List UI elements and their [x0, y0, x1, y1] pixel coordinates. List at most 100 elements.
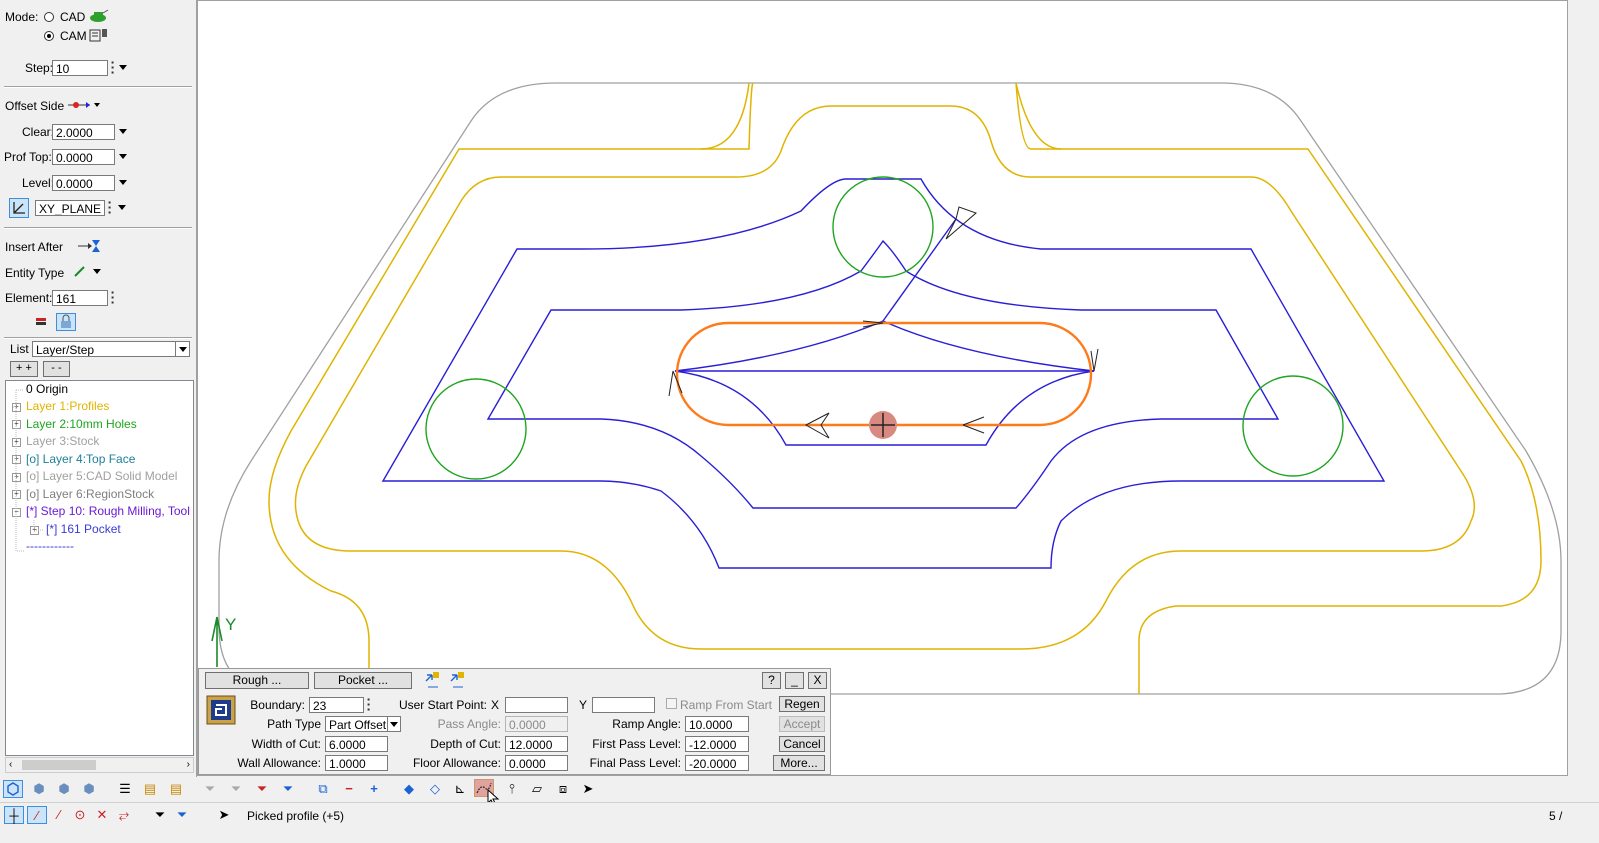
view-shade-icon[interactable]: ⬢ [29, 780, 49, 798]
plane-icon[interactable]: ▱ [527, 780, 547, 798]
plane-dropdown-arrow[interactable] [118, 205, 126, 210]
axis-icon[interactable]: ⊾ [450, 780, 470, 798]
plane-input[interactable]: XY_PLANE [35, 200, 105, 216]
scroll-right-icon[interactable]: › [187, 759, 190, 770]
layer-step-tree[interactable]: 0 Origin + Layer 1:Profiles + Layer 2:10… [5, 380, 194, 756]
entity-type-dropdown-arrow[interactable] [93, 269, 101, 274]
step-input[interactable]: 10 [52, 60, 108, 76]
pass-angle-label: Pass Angle: [437, 717, 501, 731]
list-dropdown-button[interactable] [175, 341, 190, 357]
graphics-viewport[interactable]: Y [197, 0, 1568, 776]
mode-cam-radio[interactable] [44, 31, 54, 41]
lock-icon[interactable] [56, 313, 76, 331]
filter-icon[interactable]: ⏷ [200, 780, 220, 798]
view-3d-icon[interactable] [3, 780, 23, 798]
minus-icon[interactable]: − [339, 780, 359, 798]
status-bar: ┼ ⁄ ⁄ ⊙ ✕ ⥂ ⏷ ⏷ ➤ Picked profile (+5) 5 … [0, 802, 1599, 828]
path-type-select[interactable]: Part Offset [325, 716, 388, 732]
wall-allowance-input[interactable]: 1.0000 [325, 755, 388, 771]
swap-icon[interactable] [449, 671, 467, 689]
close-button[interactable]: X [808, 672, 827, 689]
filter-add-icon[interactable]: ⏷ [172, 806, 192, 824]
clear-dropdown-arrow[interactable] [119, 129, 127, 134]
boundary-input[interactable]: 23 [309, 697, 364, 713]
level-input[interactable]: 0.0000 [52, 175, 115, 191]
collapse-all-button[interactable]: - - [43, 361, 70, 377]
level-dropdown-arrow[interactable] [119, 180, 127, 185]
final-pass-input[interactable]: -20.0000 [685, 755, 749, 771]
rough-button[interactable]: Rough ... [205, 672, 309, 689]
filter-add-icon[interactable]: ⏷ [278, 780, 298, 798]
entity-type-icon[interactable] [73, 264, 87, 278]
clear-input[interactable]: 2.0000 [52, 124, 115, 140]
depth-of-cut-input[interactable]: 12.0000 [505, 736, 568, 752]
pocket-button[interactable]: Pocket ... [314, 672, 412, 689]
element-input[interactable]: 161 [52, 290, 108, 306]
cancel-button[interactable]: Cancel [779, 736, 825, 752]
snap-line-icon[interactable]: ⁄ [27, 806, 47, 824]
tree-item-pocket[interactable]: [*] 161 Pocket [46, 521, 121, 538]
snap-end-icon[interactable]: ⁄ [49, 806, 69, 824]
ramp-from-start-checkbox[interactable] [666, 698, 677, 709]
scroll-left-icon[interactable]: ‹ [9, 759, 12, 770]
eraser-icon[interactable]: ◇ [425, 780, 445, 798]
eraser-icon[interactable]: ◆ [399, 780, 419, 798]
layer-list-icon[interactable]: ☰ [115, 780, 135, 798]
mode-cam-label[interactable]: CAM [60, 29, 87, 43]
view-shade-icon[interactable]: ⬢ [54, 780, 74, 798]
pocket-operation-icon [206, 695, 236, 725]
filter-remove-icon[interactable]: ⏷ [252, 780, 272, 798]
select-arrow-icon[interactable]: ➤ [214, 806, 234, 824]
plus-icon[interactable]: + [364, 780, 384, 798]
more-button[interactable]: More... [773, 755, 825, 771]
select-window-icon[interactable]: ⧉ [313, 780, 333, 798]
step-spin[interactable]: ▪ ▪ ▪ [108, 59, 117, 77]
prof-top-input[interactable]: 0.0000 [52, 149, 115, 165]
snap-intersection-icon[interactable]: ✕ [92, 806, 112, 824]
boundary-label: Boundary: [250, 698, 305, 712]
filter-icon[interactable]: ⏷ [150, 806, 170, 824]
floor-allowance-input[interactable]: 0.0000 [505, 755, 568, 771]
pointer-icon[interactable]: ➤ [578, 780, 598, 798]
step-dropdown-arrow[interactable] [119, 65, 127, 70]
width-of-cut-input[interactable]: 6.0000 [325, 736, 388, 752]
insert-after-icon[interactable] [78, 238, 102, 254]
flag-icon[interactable] [34, 316, 48, 328]
tool-icon[interactable]: ⫯ [502, 780, 522, 798]
width-of-cut-label: Width of Cut: [251, 737, 321, 751]
mode-cad-label[interactable]: CAD [60, 10, 85, 24]
list-select[interactable]: Layer/Step [32, 341, 176, 357]
plane-axis-icon[interactable] [9, 198, 29, 218]
element-spin[interactable]: ▪ ▪ ▪ [108, 289, 117, 307]
snap-center-icon[interactable]: ⊙ [70, 806, 90, 824]
filter-icon[interactable]: ⏷ [226, 780, 246, 798]
view-shade-icon[interactable]: ⬢ [79, 780, 99, 798]
mode-cad-radio[interactable] [44, 12, 54, 22]
prof-top-dropdown-arrow[interactable] [119, 154, 127, 159]
accept-button[interactable]: Accept [779, 716, 825, 732]
ramp-angle-input[interactable]: 10.0000 [685, 716, 749, 732]
tree-item[interactable]: [o] Layer 5:CAD Solid Model [26, 468, 177, 485]
swap-icon[interactable] [424, 671, 442, 689]
snap-grid-icon[interactable]: ┼ [4, 806, 24, 824]
regen-button[interactable]: Regen [779, 696, 825, 712]
scroll-thumb[interactable] [22, 760, 96, 770]
fixture-icon[interactable]: ⧈ [553, 780, 573, 798]
element-label: Element: [5, 291, 53, 305]
help-button[interactable]: ? [762, 672, 781, 689]
start-y-input[interactable] [592, 697, 655, 713]
first-pass-input[interactable]: -12.0000 [685, 736, 749, 752]
ramp-from-start-label[interactable]: Ramp From Start [680, 698, 772, 712]
lead-line [882, 218, 957, 322]
minimize-button[interactable]: _ [785, 672, 804, 689]
layer-edit-icon[interactable]: ▤ [140, 780, 160, 798]
tree-hscrollbar[interactable]: ‹ › [5, 757, 194, 773]
start-x-input[interactable] [505, 697, 568, 713]
layer-add-icon[interactable]: ▤ [166, 780, 186, 798]
expand-all-button[interactable]: + + [10, 361, 38, 377]
snap-tangent-icon[interactable]: ⥂ [114, 806, 134, 824]
tree-item-step[interactable]: [*] Step 10: Rough Milling, Tool ( [26, 503, 193, 520]
boundary-spin[interactable]: ▪ ▪ ▪ [364, 696, 373, 714]
plane-spin[interactable]: ▪ ▪ ▪ [105, 199, 114, 217]
offset-side-icon[interactable] [68, 99, 100, 111]
